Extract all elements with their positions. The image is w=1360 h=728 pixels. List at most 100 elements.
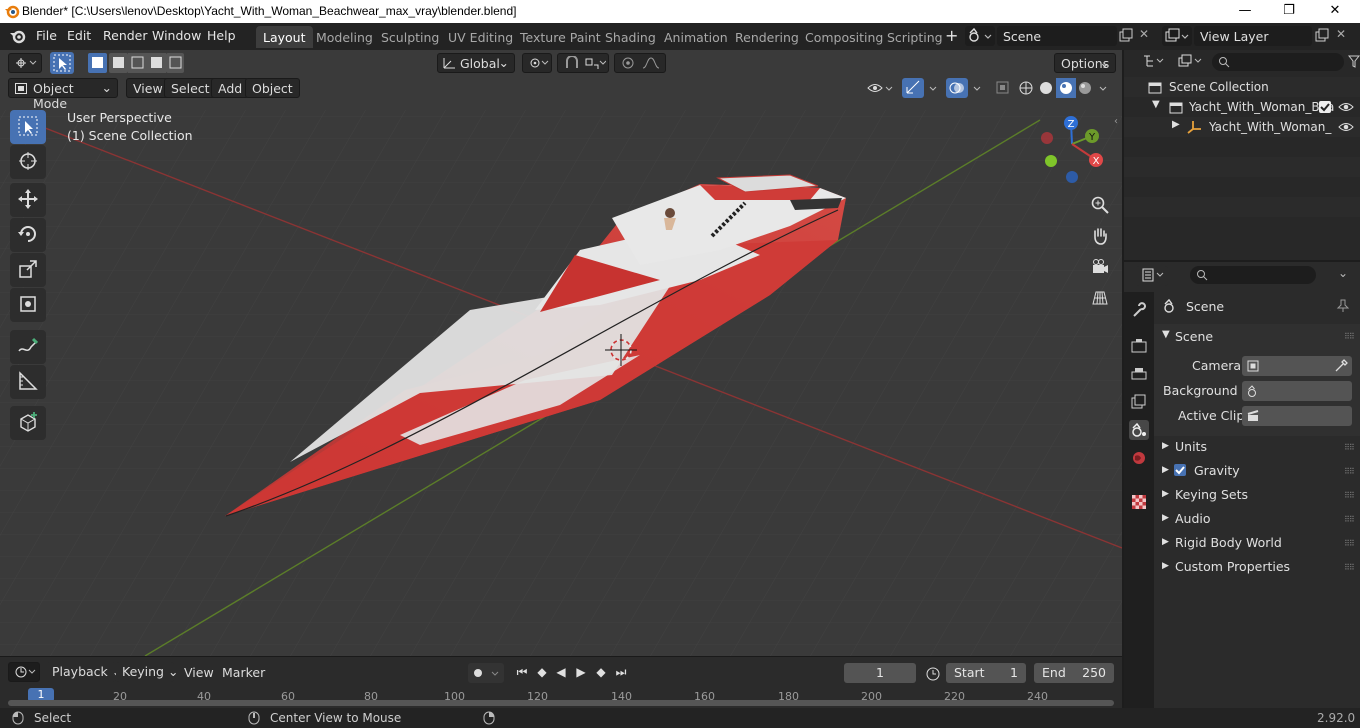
navigation-gizmo[interactable]: Z Y X <box>1036 112 1116 190</box>
tool-add-cube[interactable] <box>10 406 46 440</box>
drag-handle-icon[interactable]: ⠿⠿ <box>1344 491 1355 501</box>
tool-measure[interactable] <box>10 365 46 399</box>
delete-view-layer-icon[interactable]: ✕ <box>1336 27 1346 41</box>
outliner-search-input[interactable] <box>1212 53 1344 71</box>
select-tweak-button[interactable] <box>50 52 74 74</box>
active-clip-field[interactable] <box>1242 406 1352 426</box>
expand-arrow-icon[interactable]: ▼ <box>1152 99 1160 110</box>
eye-visibility-icon[interactable] <box>1338 100 1354 114</box>
camera-field[interactable] <box>1242 356 1352 376</box>
timeline-scrollbar[interactable] <box>8 700 1114 706</box>
view-layer-browse-button[interactable] <box>1162 26 1192 46</box>
snapping-group[interactable] <box>557 53 609 73</box>
menu-window[interactable]: Window <box>152 28 201 43</box>
outliner-row-scene-collection[interactable]: Scene Collection <box>1124 77 1360 97</box>
tool-move[interactable] <box>10 183 46 217</box>
tab-tool[interactable] <box>1129 300 1149 320</box>
scene-panel-title[interactable]: Scene <box>1175 329 1213 344</box>
outliner-row-collection[interactable]: ▼ Yacht_With_Woman_Bea <box>1124 97 1360 117</box>
tab-layout[interactable]: Layout <box>256 26 313 48</box>
eyedropper-icon[interactable] <box>1334 359 1348 373</box>
viewport-menu-add[interactable]: Add <box>211 78 250 98</box>
play-button[interactable]: ▶ <box>572 665 590 683</box>
prev-keyframe-button[interactable]: ◆ <box>533 665 551 683</box>
shading-mode-group[interactable] <box>1016 78 1114 98</box>
timeline-menu-view[interactable]: View <box>184 665 214 680</box>
audio-panel-header[interactable]: Audio <box>1175 511 1211 526</box>
3d-viewport[interactable]: Global ⌄ Options ⌄ Object Mode ⌄ View Se… <box>0 50 1122 656</box>
tool-select-box[interactable] <box>10 110 46 144</box>
camera-view-button[interactable] <box>1087 254 1113 280</box>
menu-help[interactable]: Help <box>207 28 236 43</box>
chevron-down-icon[interactable]: ⌄ <box>1338 266 1348 280</box>
gravity-panel-header[interactable]: Gravity <box>1194 463 1240 478</box>
add-workspace-button[interactable]: + <box>945 26 958 45</box>
tool-transform[interactable] <box>10 288 46 322</box>
expand-arrow-icon[interactable]: ▶ <box>1162 513 1169 523</box>
tab-world[interactable] <box>1129 448 1149 468</box>
delete-scene-icon[interactable]: ✕ <box>1139 27 1149 41</box>
zoom-button[interactable] <box>1087 192 1113 218</box>
gravity-checkbox[interactable] <box>1173 463 1187 477</box>
units-panel-header[interactable]: Units <box>1175 439 1207 454</box>
outliner-row-object[interactable]: ▶ Yacht_With_Woman_ <box>1124 117 1360 137</box>
editor-type-button[interactable] <box>8 53 42 73</box>
expand-arrow-icon[interactable]: ▶ <box>1162 537 1169 547</box>
expand-arrow-icon[interactable]: ▶ <box>1162 489 1169 499</box>
menu-edit[interactable]: Edit <box>67 28 91 43</box>
drag-handle-icon[interactable]: ⠿⠿ <box>1344 563 1355 573</box>
close-button[interactable]: ✕ <box>1312 0 1358 23</box>
drag-handle-icon[interactable]: ⠿⠿ <box>1344 443 1355 453</box>
display-mode-dropdown[interactable] <box>1172 52 1206 72</box>
tool-annotate[interactable] <box>10 330 46 364</box>
auto-keying-toggle[interactable] <box>468 663 504 683</box>
play-reverse-button[interactable]: ◀ <box>552 665 570 683</box>
jump-end-button[interactable]: ⏭ <box>612 665 630 683</box>
jump-start-button[interactable]: ⏮ <box>513 665 531 683</box>
current-frame-field[interactable]: 1 <box>844 663 916 683</box>
panel-expand-icon[interactable]: ▼ <box>1162 329 1170 340</box>
viewport-menu-select[interactable]: Select <box>164 78 217 98</box>
menu-file[interactable]: File <box>36 28 57 43</box>
tool-rotate[interactable] <box>10 218 46 252</box>
mode-dropdown[interactable]: Object Mode ⌄ <box>8 78 118 111</box>
drag-handle-icon[interactable]: ⠿⠿ <box>1344 467 1355 477</box>
drag-handle-icon[interactable]: ⠿⠿ <box>1344 332 1355 342</box>
filter-icon[interactable] <box>1348 55 1360 69</box>
scene-browse-button[interactable] <box>965 26 995 46</box>
proportional-edit-group[interactable] <box>614 53 666 73</box>
xray-toggle[interactable] <box>994 78 1012 98</box>
start-frame-field[interactable]: Start 1 <box>946 663 1026 683</box>
viewport-menu-object[interactable]: Object <box>245 78 300 98</box>
transform-orientation-dropdown[interactable]: Global ⌄ <box>437 53 515 73</box>
pin-icon[interactable] <box>1336 299 1350 313</box>
pivot-point-dropdown[interactable] <box>522 53 552 73</box>
expand-arrow-icon[interactable]: ▶ <box>1172 119 1180 130</box>
timeline-menu-playback[interactable]: Playback⌄ <box>46 662 122 682</box>
selection-mode-group[interactable] <box>88 53 184 73</box>
menu-render[interactable]: Render <box>103 28 148 43</box>
minimize-button[interactable]: — <box>1222 0 1268 23</box>
options-dropdown[interactable]: Options ⌄ <box>1054 53 1116 73</box>
custom-properties-panel-header[interactable]: Custom Properties <box>1175 559 1290 574</box>
end-frame-field[interactable]: End 250 <box>1034 663 1114 683</box>
scene-name-field[interactable]: Scene <box>997 26 1117 46</box>
drag-handle-icon[interactable]: ⠿⠿ <box>1344 539 1355 549</box>
tool-scale[interactable] <box>10 253 46 287</box>
properties-editor-type[interactable] <box>1136 266 1168 286</box>
tab-scene[interactable] <box>1129 420 1149 440</box>
tool-cursor[interactable] <box>10 145 46 179</box>
tab-shading[interactable]: Shading <box>598 26 663 48</box>
timeline-menu-marker[interactable]: Marker <box>222 665 265 680</box>
tab-view-layer[interactable] <box>1129 392 1149 412</box>
eye-visibility-icon[interactable] <box>1338 120 1354 134</box>
tab-render[interactable] <box>1129 336 1149 356</box>
preview-range-icon[interactable] <box>924 665 942 683</box>
next-keyframe-button[interactable]: ◆ <box>592 665 610 683</box>
properties-search-input[interactable] <box>1190 266 1316 284</box>
new-scene-icon[interactable] <box>1118 28 1134 44</box>
background-scene-field[interactable] <box>1242 381 1352 401</box>
visibility-dropdown[interactable] <box>866 78 896 98</box>
tab-output[interactable] <box>1129 364 1149 384</box>
tab-modeling[interactable]: Modeling <box>309 26 380 48</box>
